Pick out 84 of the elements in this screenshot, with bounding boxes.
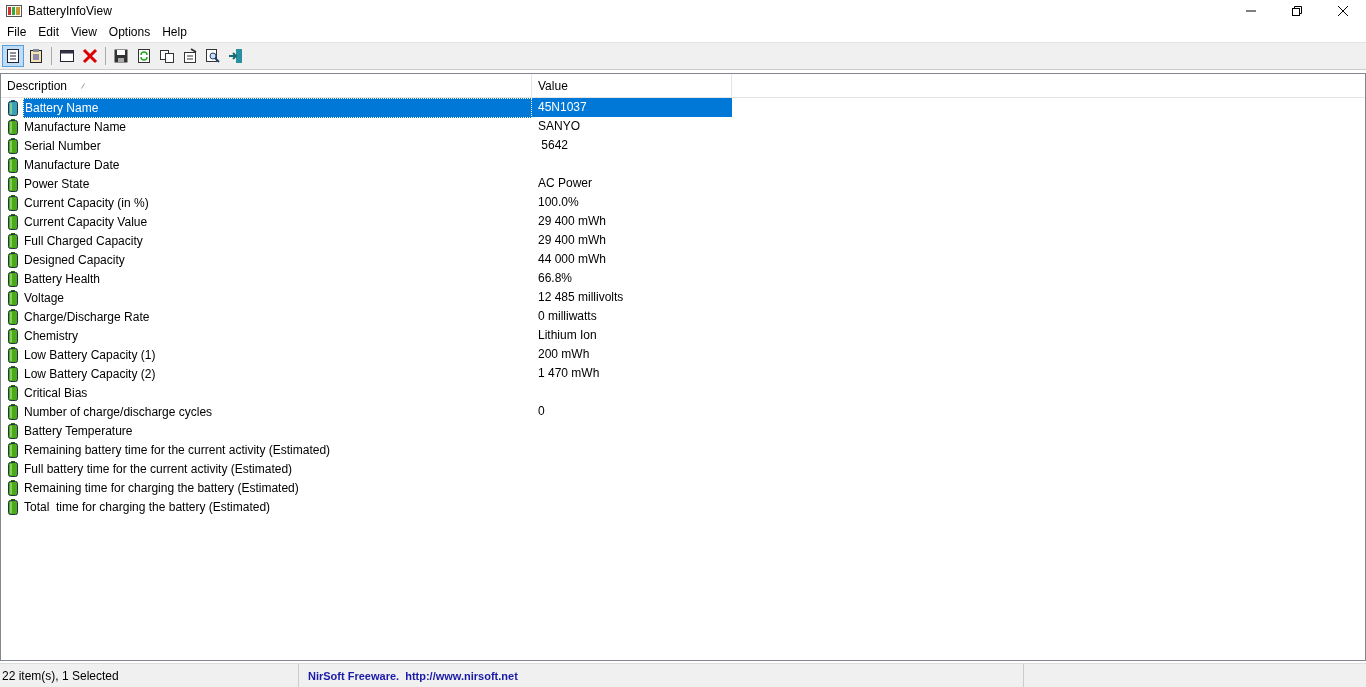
description-cell[interactable]: Critical Bias bbox=[23, 383, 532, 402]
battery-icon bbox=[8, 365, 18, 382]
value-cell: 1 470 mWh bbox=[538, 366, 600, 380]
battery-icon bbox=[8, 308, 18, 325]
sort-icon bbox=[81, 82, 86, 89]
description-cell[interactable]: Remaining time for charging the battery (Estimated) bbox=[23, 478, 532, 497]
copy-icon bbox=[159, 48, 175, 64]
value-cell: 45N1037 bbox=[538, 100, 587, 114]
battery-icon bbox=[8, 384, 18, 401]
report-icon bbox=[28, 48, 44, 64]
description-cell[interactable]: Full battery time for the current activity (Estimated) bbox=[23, 459, 532, 478]
window-icon bbox=[59, 48, 75, 64]
app-icon bbox=[6, 5, 22, 17]
website-link[interactable]: NirSoft Freeware. http://www.nirsoft.net bbox=[308, 669, 518, 682]
battery-icon bbox=[8, 327, 18, 344]
delete-icon bbox=[82, 48, 98, 64]
save-icon bbox=[113, 48, 129, 64]
description-cell[interactable]: Voltage bbox=[23, 288, 532, 307]
close-icon bbox=[1338, 6, 1348, 16]
value-cell: Lithium Ion bbox=[538, 328, 597, 342]
value-cell: 29 400 mWh bbox=[538, 233, 607, 247]
menu-item[interactable]: Help bbox=[156, 25, 193, 39]
value-cell: 29 400 mWh bbox=[538, 214, 607, 228]
description-cell[interactable]: Total time for charging the battery (Estimated) bbox=[23, 497, 532, 516]
restore-icon bbox=[1292, 6, 1302, 16]
description-cell[interactable]: Low Battery Capacity (1) bbox=[23, 345, 532, 364]
menu-item[interactable]: View bbox=[65, 25, 103, 39]
description-cell[interactable]: Remaining battery time for the current activity (Estimated) bbox=[23, 440, 532, 459]
value-cell: 200 mWh bbox=[538, 347, 590, 361]
battery-icon bbox=[8, 479, 18, 496]
description-cell[interactable]: Designed Capacity bbox=[23, 250, 532, 269]
description-cell[interactable]: Manufacture Name bbox=[23, 117, 532, 136]
battery-icon bbox=[8, 213, 18, 230]
item-count: 22 item(s), 1 Selected bbox=[1, 668, 120, 683]
menu-item[interactable]: File bbox=[1, 25, 33, 39]
battery-icon bbox=[8, 346, 18, 363]
battery-icon bbox=[8, 289, 18, 306]
menu-item[interactable]: Options bbox=[102, 25, 157, 39]
battery-icon bbox=[8, 498, 18, 515]
column-header[interactable]: Description bbox=[1, 74, 532, 97]
battery-icon bbox=[8, 137, 18, 154]
battery-icon bbox=[8, 99, 18, 116]
value-cell: 66.8% bbox=[538, 271, 573, 285]
battery-icon bbox=[8, 460, 18, 477]
description-cell[interactable]: Battery Temperature bbox=[23, 421, 532, 440]
value-cell: AC Power bbox=[538, 176, 593, 190]
find-icon bbox=[205, 48, 221, 64]
battery-icon bbox=[8, 175, 18, 192]
battery-icon bbox=[8, 422, 18, 439]
description-cell[interactable]: Manufacture Date bbox=[23, 155, 532, 174]
description-cell[interactable]: Serial Number bbox=[23, 136, 532, 155]
battery-icon bbox=[8, 251, 18, 268]
battery-icon bbox=[8, 403, 18, 420]
value-cell: 0 bbox=[538, 404, 545, 418]
battery-icon bbox=[8, 441, 18, 458]
details-icon bbox=[5, 48, 21, 64]
description-cell[interactable]: Number of charge/discharge cycles bbox=[23, 402, 532, 421]
exit-icon bbox=[228, 48, 244, 64]
description-cell[interactable]: Battery Name bbox=[23, 97, 532, 118]
description-cell[interactable]: Current Capacity Value bbox=[23, 212, 532, 231]
description-cell[interactable]: Battery Health bbox=[23, 269, 532, 288]
description-cell[interactable]: Chemistry bbox=[23, 326, 532, 345]
description-cell[interactable]: Low Battery Capacity (2) bbox=[23, 364, 532, 383]
value-cell: 12 485 millivolts bbox=[538, 290, 624, 304]
description-cell[interactable]: Full Charged Capacity bbox=[23, 231, 532, 250]
battery-icon bbox=[8, 156, 18, 173]
battery-icon bbox=[8, 270, 18, 287]
menu-item[interactable]: Edit bbox=[32, 25, 66, 39]
battery-icon bbox=[8, 118, 18, 135]
value-cell: 100.0% bbox=[538, 195, 579, 209]
details-button[interactable] bbox=[2, 45, 24, 67]
value-cell: 0 milliwatts bbox=[538, 309, 597, 323]
window-title: BatteryInfoView bbox=[28, 4, 112, 18]
value-cell: 44 000 mWh bbox=[538, 252, 607, 266]
description-cell[interactable]: Current Capacity (in %) bbox=[23, 193, 532, 212]
refresh-icon bbox=[136, 48, 152, 64]
battery-icon bbox=[8, 194, 18, 211]
value-cell: SANYO bbox=[538, 119, 580, 133]
description-cell[interactable]: Charge/Discharge Rate bbox=[23, 307, 532, 326]
description-cell[interactable]: Power State bbox=[23, 174, 532, 193]
value-cell-text: 5642 bbox=[540, 138, 569, 152]
column-header[interactable]: Value bbox=[532, 74, 732, 97]
properties-icon bbox=[182, 48, 198, 64]
battery-icon bbox=[8, 232, 18, 249]
